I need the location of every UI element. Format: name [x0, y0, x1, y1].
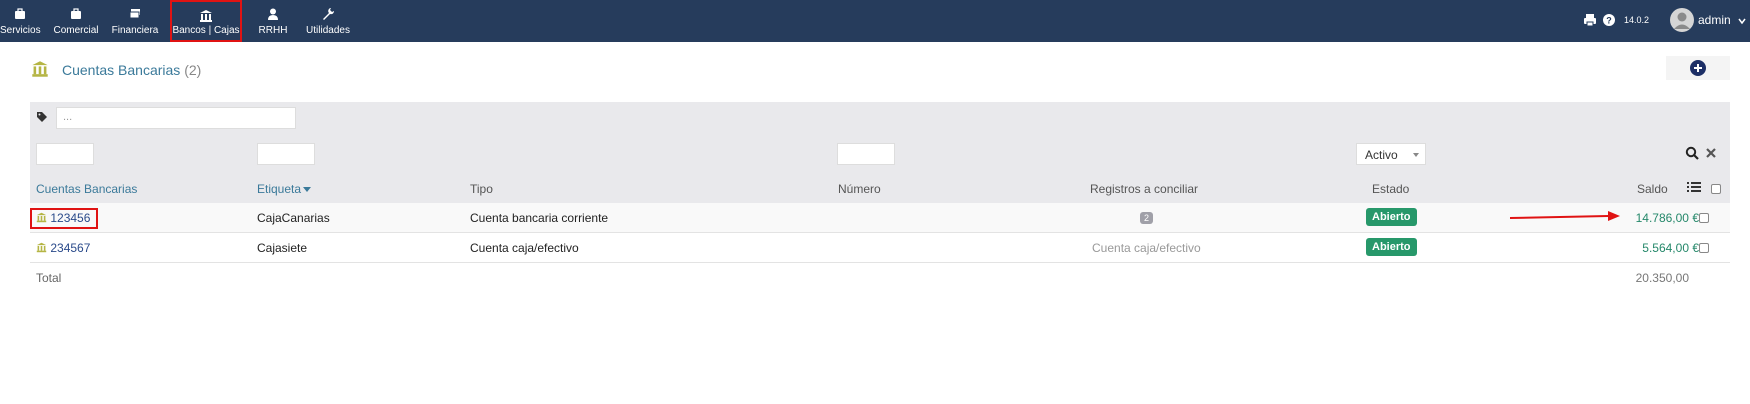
bank-icon [36, 242, 47, 253]
label-filter-input[interactable] [257, 143, 315, 165]
close-icon[interactable] [1705, 147, 1717, 159]
tag-filter-placeholder: ... [63, 111, 73, 123]
number-filter-input[interactable] [837, 143, 895, 165]
menu-item-rrhh[interactable]: RRHH [254, 0, 292, 42]
tag-filter-input[interactable]: ... [56, 107, 296, 129]
status-filter-select[interactable]: Activo [1356, 143, 1426, 165]
page-title-text: Cuentas Bancarias [62, 62, 181, 78]
menu-item-comercial[interactable]: Comercial [50, 0, 102, 42]
total-value: 20.350,00 [1635, 271, 1689, 285]
user-icon [268, 8, 278, 20]
menu-item-label: Comercial [53, 25, 99, 36]
briefcase-icon [15, 8, 25, 19]
table-row[interactable]: 123456 CajaCanarias Cuenta bancaria corr… [30, 203, 1730, 233]
column-header-label[interactable]: Etiqueta [257, 182, 312, 196]
menu-item-financiera[interactable]: Financiera [108, 0, 162, 42]
status-badge: Abierto [1366, 208, 1417, 226]
svg-text:?: ? [1606, 16, 1612, 26]
column-header-status[interactable]: Estado [1372, 182, 1409, 196]
menu-item-utilidades[interactable]: Utilidades [302, 0, 354, 42]
tag-icon [37, 112, 47, 122]
menu-item-label: Servicios [0, 25, 41, 36]
list-options-icon[interactable] [1687, 181, 1701, 193]
status-filter-value: Activo [1365, 148, 1398, 162]
print-icon[interactable] [1583, 13, 1597, 27]
money-icon [129, 9, 140, 19]
bank-icon [200, 10, 212, 22]
menu-item-servicios[interactable]: Servicios [0, 0, 41, 42]
reconcile-count-badge[interactable]: 2 [1140, 212, 1154, 224]
help-icon[interactable]: ? [1602, 13, 1616, 27]
column-header-number[interactable]: Número [838, 182, 881, 196]
total-label: Total [36, 271, 62, 285]
menu-item-label: RRHH [258, 25, 288, 36]
type-cell: Cuenta bancaria corriente [470, 211, 609, 225]
page-title: Cuentas Bancarias (2) [62, 62, 201, 78]
highlight-box [30, 208, 98, 229]
account-ref-text: 234567 [50, 241, 91, 255]
top-navbar: Servicios Comercial Financiera Bancos | … [0, 0, 1750, 42]
reconcile-cell: Cuenta caja/efectivo [1092, 241, 1201, 255]
wrench-icon [323, 8, 335, 20]
chevron-down-icon [1413, 153, 1419, 157]
column-header-type[interactable]: Tipo [470, 182, 493, 196]
table-row[interactable]: 234567 Cajasiete Cuenta caja/efectivo Cu… [30, 233, 1730, 263]
column-header-reconcile[interactable]: Registros a conciliar [1090, 182, 1198, 196]
user-name[interactable]: admin [1698, 13, 1731, 27]
menu-item-label: Utilidades [306, 25, 350, 36]
avatar[interactable] [1670, 8, 1694, 32]
column-header-balance[interactable]: Saldo [1637, 182, 1668, 196]
label-cell: Cajasiete [257, 241, 308, 255]
row-checkbox[interactable] [1699, 243, 1709, 253]
annotation-arrow [1510, 211, 1620, 221]
menu-item-label: Financiera [111, 25, 159, 36]
briefcase-icon [71, 8, 81, 19]
version-label: 14.0.2 [1624, 15, 1650, 25]
record-count: (2) [184, 62, 202, 78]
status-badge: Abierto [1366, 238, 1417, 256]
balance-cell: 5.564,00 € [1642, 241, 1699, 255]
sort-desc-icon [303, 187, 312, 192]
row-checkbox[interactable] [1699, 213, 1709, 223]
account-filter-input[interactable] [36, 143, 94, 165]
plus-circle-icon [1690, 60, 1706, 76]
menu-item-label: Bancos | Cajas [172, 25, 240, 36]
label-cell: CajaCanarias [257, 211, 330, 225]
type-cell: Cuenta caja/efectivo [470, 241, 579, 255]
search-icon[interactable] [1685, 146, 1699, 160]
menu-item-bancos-cajas[interactable]: Bancos | Cajas [170, 0, 242, 42]
add-button[interactable] [1666, 56, 1730, 80]
select-all-checkbox[interactable] [1711, 184, 1721, 194]
balance-cell: 14.786,00 € [1635, 211, 1699, 225]
bank-icon [32, 61, 48, 77]
column-header-account[interactable]: Cuentas Bancarias [36, 182, 137, 196]
column-header-label-text: Etiqueta [257, 182, 302, 196]
account-ref-link[interactable]: 234567 [36, 241, 90, 255]
chevron-down-icon[interactable] [1738, 17, 1746, 25]
